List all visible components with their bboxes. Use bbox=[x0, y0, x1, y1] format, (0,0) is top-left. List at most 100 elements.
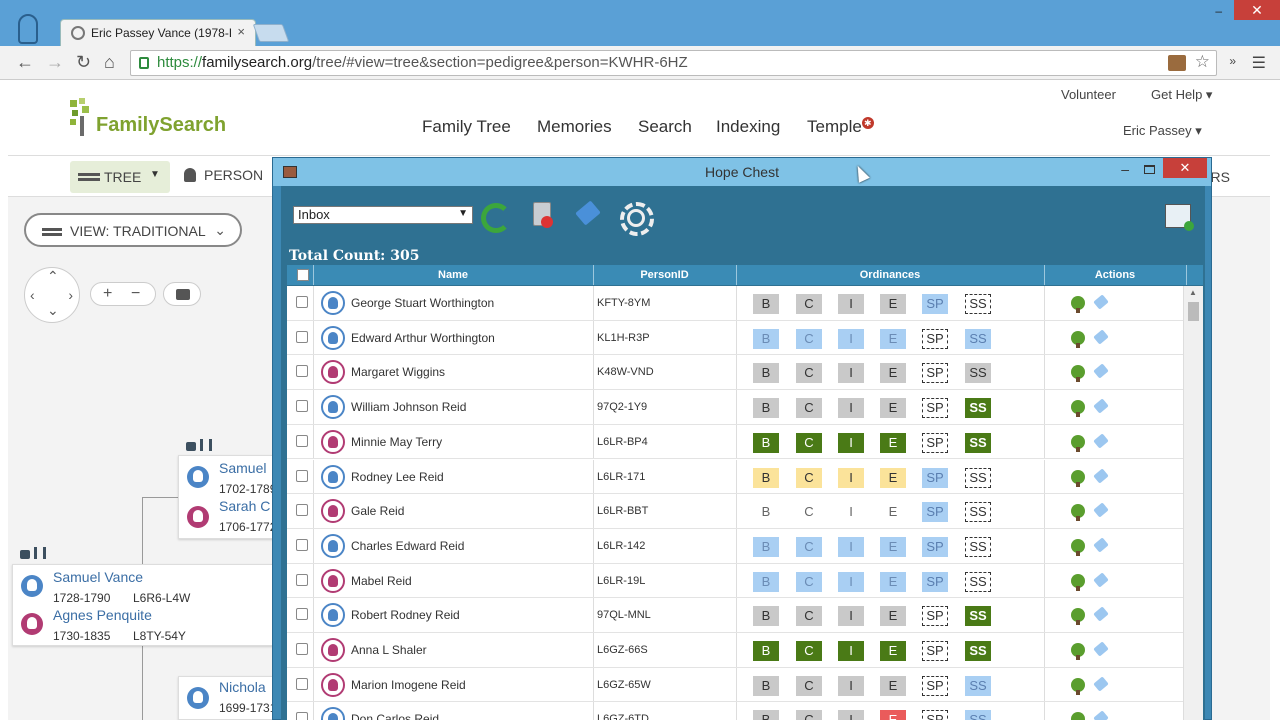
ordinance-c[interactable]: C bbox=[796, 536, 822, 557]
ordinance-e[interactable]: E bbox=[880, 467, 906, 488]
ordinance-ss[interactable]: SS bbox=[965, 502, 991, 523]
tag-icon[interactable] bbox=[1093, 571, 1109, 588]
ordinance-c[interactable]: C bbox=[796, 363, 822, 384]
folder-select[interactable]: Inbox ▼ bbox=[293, 206, 473, 224]
ordinance-b[interactable]: B bbox=[753, 363, 779, 384]
tag-icon[interactable] bbox=[573, 200, 603, 230]
hope-chest-titlebar[interactable]: Hope Chest – ✕ bbox=[273, 158, 1211, 186]
ordinance-b[interactable]: B bbox=[753, 710, 779, 720]
tree-icon[interactable] bbox=[1071, 712, 1085, 720]
person-name[interactable]: Margaret Wiggins bbox=[351, 365, 445, 379]
ordinance-b[interactable]: B bbox=[753, 536, 779, 557]
person-name[interactable]: Rodney Lee Reid bbox=[351, 470, 444, 484]
minimize-button[interactable]: ‒ bbox=[1215, 4, 1222, 18]
ordinance-e[interactable]: E bbox=[880, 502, 906, 522]
reload-icon[interactable]: ↻ bbox=[76, 52, 91, 73]
row-checkbox[interactable] bbox=[296, 643, 308, 655]
pan-right-icon[interactable]: › bbox=[68, 287, 73, 303]
row-checkbox[interactable] bbox=[296, 434, 308, 447]
export-icon[interactable] bbox=[1165, 204, 1194, 231]
person-name[interactable]: Marion Imogene Reid bbox=[351, 678, 466, 692]
ordinance-ss[interactable]: SS bbox=[965, 294, 991, 314]
tag-icon[interactable] bbox=[1093, 329, 1109, 345]
print-button[interactable] bbox=[163, 282, 201, 306]
person-name[interactable]: George Stuart Worthington bbox=[351, 296, 494, 310]
person-id[interactable]: L6LR-142 bbox=[597, 540, 645, 552]
ordinance-sp[interactable]: SP bbox=[922, 536, 948, 557]
table-row[interactable]: Marion Imogene Reid L6GZ-65W B C I E SP SS bbox=[287, 667, 1183, 703]
ordinance-sp[interactable]: SP bbox=[922, 710, 948, 720]
chevron-down-icon[interactable]: ▼ bbox=[150, 169, 160, 180]
scroll-up-icon[interactable]: ▲ bbox=[1189, 288, 1197, 297]
ordinance-sp[interactable]: SP bbox=[922, 398, 948, 419]
table-row[interactable]: Don Carlos Reid L6GZ-6TD B C I E SP SS bbox=[287, 702, 1183, 720]
profile-icon[interactable] bbox=[18, 14, 38, 44]
delete-icon[interactable] bbox=[529, 200, 559, 230]
browser-tab[interactable]: Eric Passey Vance (1978-Li × bbox=[60, 19, 256, 46]
ordinance-i[interactable]: I bbox=[838, 502, 864, 522]
ordinance-ss[interactable]: SS bbox=[965, 536, 991, 557]
ordinance-sp[interactable]: SP bbox=[922, 467, 948, 488]
ordinance-c[interactable]: C bbox=[796, 710, 822, 720]
table-row[interactable]: Charles Edward Reid L6LR-142 B C I E SP SS bbox=[287, 528, 1183, 564]
settings-gear-icon[interactable] bbox=[618, 200, 654, 236]
subnav-item-partial[interactable]: RS bbox=[1211, 169, 1230, 185]
person-name[interactable]: Sarah C bbox=[219, 498, 270, 514]
ordinance-i[interactable]: I bbox=[838, 328, 864, 349]
ordinance-e[interactable]: E bbox=[880, 363, 906, 384]
home-icon[interactable]: ⌂ bbox=[104, 52, 115, 73]
tag-icon[interactable] bbox=[1093, 467, 1109, 484]
row-checkbox[interactable] bbox=[296, 330, 308, 343]
person-id[interactable]: KFTY-8YM bbox=[597, 297, 650, 309]
tree-icon[interactable] bbox=[1071, 469, 1085, 487]
zoom-out-button[interactable]: − bbox=[131, 285, 140, 303]
person-name[interactable]: Nichola bbox=[219, 679, 266, 695]
tree-icon[interactable] bbox=[1071, 538, 1085, 556]
back-icon[interactable]: ← bbox=[16, 52, 34, 73]
pan-up-icon[interactable]: ⌃ bbox=[47, 268, 59, 285]
person-id[interactable]: 97Q2-1Y9 bbox=[597, 401, 647, 413]
tree-icon[interactable] bbox=[1071, 573, 1085, 591]
row-checkbox[interactable] bbox=[296, 608, 308, 621]
tag-icon[interactable] bbox=[1093, 502, 1109, 518]
person-name[interactable]: Charles Edward Reid bbox=[351, 539, 464, 553]
tree-icon[interactable] bbox=[1071, 643, 1085, 660]
row-checkbox[interactable] bbox=[296, 469, 308, 482]
pan-down-icon[interactable]: ⌄ bbox=[47, 302, 59, 319]
person-id[interactable]: L6GZ-65W bbox=[597, 679, 651, 691]
tag-icon[interactable] bbox=[1093, 676, 1109, 692]
ordinance-i[interactable]: I bbox=[838, 710, 864, 720]
row-checkbox[interactable] bbox=[296, 712, 308, 720]
ordinance-e[interactable]: E bbox=[880, 606, 906, 627]
ordinance-ss[interactable]: SS bbox=[965, 432, 991, 453]
ordinance-i[interactable]: I bbox=[838, 363, 864, 384]
site-logo-text[interactable]: FamilySearch bbox=[96, 114, 226, 137]
tree-icon[interactable] bbox=[1071, 400, 1085, 418]
ordinance-i[interactable]: I bbox=[838, 432, 864, 453]
nav-search[interactable]: Search bbox=[638, 117, 692, 137]
select-all-checkbox[interactable] bbox=[297, 269, 309, 281]
ordinance-b[interactable]: B bbox=[753, 398, 779, 419]
row-checkbox[interactable] bbox=[296, 573, 308, 586]
ordinance-b[interactable]: B bbox=[753, 294, 779, 314]
ordinance-sp[interactable]: SP bbox=[922, 606, 948, 627]
tree-icon[interactable] bbox=[1071, 365, 1085, 383]
ordinance-c[interactable]: C bbox=[796, 294, 822, 314]
table-row[interactable]: Edward Arthur Worthington KL1H-R3P B C I E SP S… bbox=[287, 320, 1183, 356]
volunteer-link[interactable]: Volunteer bbox=[1061, 87, 1116, 102]
ordinance-ss[interactable]: SS bbox=[965, 641, 991, 661]
row-checkbox[interactable] bbox=[296, 677, 308, 690]
ordinance-b[interactable]: B bbox=[753, 467, 779, 488]
ordinance-b[interactable]: B bbox=[753, 571, 779, 592]
person-name[interactable]: Mabel Reid bbox=[351, 574, 412, 588]
column-header-ordinances[interactable]: Ordinances bbox=[736, 269, 1044, 281]
column-header-name[interactable]: Name bbox=[313, 269, 593, 281]
ordinance-e[interactable]: E bbox=[880, 571, 906, 592]
ordinance-c[interactable]: C bbox=[796, 398, 822, 419]
person-id[interactable]: L6GZ-66S bbox=[597, 644, 648, 656]
table-row[interactable]: Minnie May Terry L6LR-BP4 B C I E SP SS bbox=[287, 424, 1183, 460]
ordinance-e[interactable]: E bbox=[880, 536, 906, 557]
row-checkbox[interactable] bbox=[296, 504, 308, 517]
person-name[interactable]: Agnes Penquite bbox=[53, 607, 152, 623]
person-id[interactable]: L6GZ-6TD bbox=[597, 713, 649, 720]
